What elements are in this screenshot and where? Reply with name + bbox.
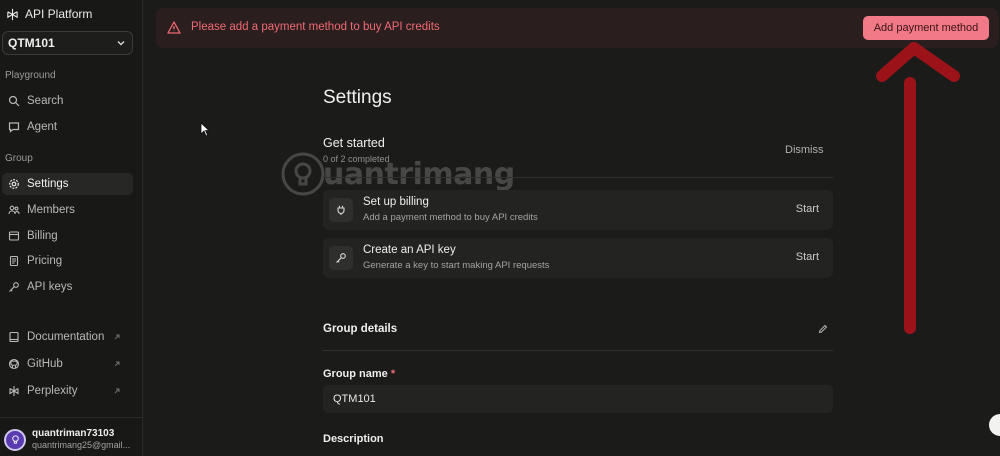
edit-pencil-icon[interactable] (818, 324, 828, 334)
user-menu[interactable]: quantriman73103 quantrimang25@gmail... (4, 428, 130, 451)
group-details-title: Group details (323, 323, 398, 335)
sidebar-item-search[interactable]: Search (2, 90, 133, 112)
sidebar-item-api-keys[interactable]: API keys (2, 276, 133, 298)
key-icon (9, 282, 19, 292)
task-icon (329, 246, 353, 270)
task-title: Set up billing (363, 196, 429, 208)
bulb-icon (11, 435, 19, 444)
sidebar-item-label: API keys (27, 281, 73, 293)
org-select[interactable]: QTM101 (2, 31, 133, 55)
task-description: Add a payment method to buy API credits (363, 212, 538, 223)
sidebar-item-label: Billing (27, 230, 58, 242)
search-icon (8, 95, 20, 107)
external-link-icon (114, 361, 120, 367)
description-label: Description (323, 433, 384, 445)
avatar (4, 428, 26, 451)
group-name-label: Group name * (323, 368, 395, 380)
group-name-input[interactable] (323, 385, 833, 413)
plug-icon (337, 205, 345, 215)
page-title: Settings (323, 87, 392, 108)
sidebar: API Platform QTM101 Playground Search Ag… (0, 0, 143, 456)
section-title-playground: Playground (5, 70, 56, 81)
dismiss-button[interactable]: Dismiss (785, 144, 824, 156)
sidebar-item-perplexity[interactable]: Perplexity (2, 380, 133, 402)
add-payment-method-button[interactable]: Add payment method (863, 16, 989, 40)
sidebar-item-github[interactable]: GitHub (2, 353, 133, 375)
perplexity-icon (9, 386, 19, 396)
get-started-title: Get started (323, 136, 385, 150)
gear-icon (9, 179, 19, 189)
external-link-icon (114, 388, 120, 394)
sidebar-item-label: Documentation (27, 331, 105, 343)
sidebar-item-agent[interactable]: Agent (2, 116, 133, 138)
lightbulb-watermark-icon (281, 152, 325, 196)
document-icon (9, 255, 19, 267)
sidebar-item-label: Agent (27, 121, 58, 133)
github-icon (8, 358, 20, 370)
sidebar-item-settings[interactable]: Settings (2, 173, 133, 195)
start-button[interactable]: Start (796, 203, 819, 215)
external-link-icon (114, 334, 120, 340)
task-icon (329, 198, 353, 222)
org-select-value: QTM101 (8, 36, 55, 50)
section-title-group: Group (5, 153, 33, 164)
warning-icon (167, 21, 181, 34)
card-icon (8, 231, 20, 241)
sidebar-divider (0, 417, 143, 418)
perplexity-logo-icon (7, 8, 18, 20)
user-name: quantriman73103 (32, 428, 115, 439)
group-name-label-text: Group name (323, 368, 388, 380)
mouse-cursor-icon (200, 122, 210, 137)
sidebar-item-label: GitHub (27, 358, 63, 370)
sidebar-item-members[interactable]: Members (2, 199, 133, 221)
user-email: quantrimang25@gmail... (32, 440, 131, 450)
sidebar-item-billing[interactable]: Billing (2, 225, 133, 247)
sidebar-item-label: Settings (27, 178, 69, 190)
floating-action-button[interactable] (989, 414, 1000, 436)
divider (323, 177, 833, 178)
sidebar-item-label: Pricing (27, 255, 63, 267)
members-icon (8, 205, 20, 215)
sidebar-item-label: Perplexity (27, 385, 78, 397)
start-button[interactable]: Start (796, 251, 819, 263)
red-arrow-annotation (876, 42, 960, 334)
chat-icon (8, 122, 20, 133)
sidebar-item-label: Members (27, 204, 75, 216)
sidebar-item-pricing[interactable]: Pricing (2, 250, 133, 272)
chevron-down-icon (117, 41, 125, 46)
task-create-api-key[interactable]: Create an API key Generate a key to star… (323, 238, 833, 278)
key-icon (336, 253, 346, 263)
get-started-progress: 0 of 2 completed (323, 154, 390, 164)
task-title: Create an API key (363, 244, 456, 256)
sidebar-item-documentation[interactable]: Documentation (2, 326, 133, 348)
task-setup-billing[interactable]: Set up billing Add a payment method to b… (323, 190, 833, 230)
divider (323, 350, 833, 351)
brand[interactable]: API Platform (6, 6, 92, 22)
book-icon (9, 331, 19, 343)
sidebar-item-label: Search (27, 95, 64, 107)
banner-message: Please add a payment method to buy API c… (191, 21, 440, 33)
task-description: Generate a key to start making API reque… (363, 260, 550, 271)
required-mark: * (390, 368, 396, 380)
brand-label: API Platform (25, 7, 93, 21)
